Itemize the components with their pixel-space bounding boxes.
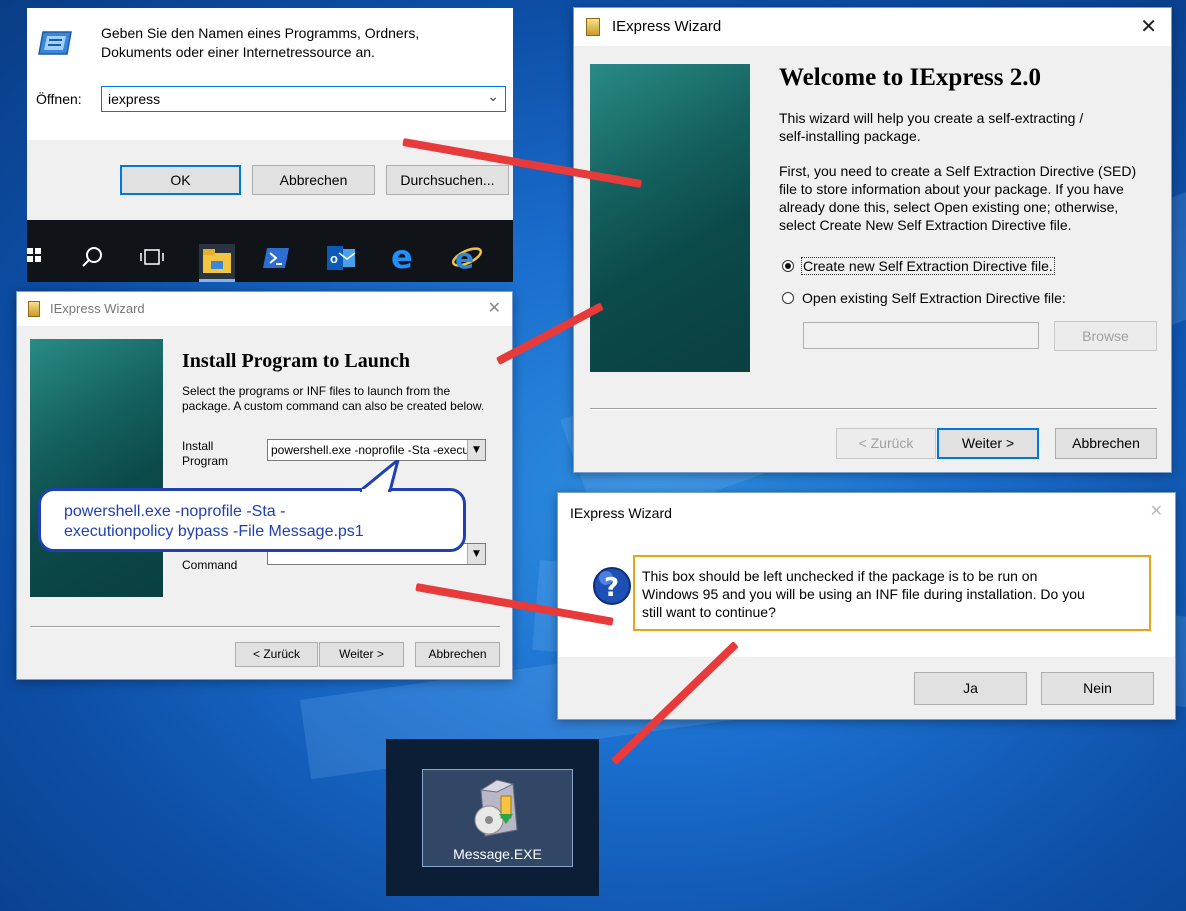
- task-view-icon[interactable]: [139, 247, 165, 267]
- install-program-value: powershell.exe -noprofile -Sta -execu: [271, 443, 470, 457]
- sed-file-input: [803, 322, 1039, 349]
- window-title: IExpress Wizard: [612, 18, 722, 35]
- window-title: IExpress Wizard: [570, 505, 672, 521]
- back-button[interactable]: < Zurück: [235, 642, 318, 667]
- create-sed-radio[interactable]: [782, 260, 794, 272]
- install-program-select[interactable]: powershell.exe -noprofile -Sta -execu ▼: [267, 439, 486, 461]
- next-button[interactable]: Weiter >: [937, 428, 1039, 459]
- svg-text:e: e: [391, 242, 413, 272]
- confirm-message: This box should be left unchecked if the…: [642, 567, 1085, 621]
- install-wizard-window: IExpress Wizard ✕ Install Program to Lau…: [16, 291, 513, 680]
- dropdown-arrow-icon[interactable]: ▼: [467, 544, 485, 564]
- command-callout: powershell.exe -noprofile -Sta - executi…: [38, 488, 466, 552]
- desc-line: package. A custom command can also be cr…: [182, 399, 485, 413]
- desktop-file-message-exe[interactable]: Message.EXE: [422, 769, 573, 867]
- desktop-panel: Message.EXE: [386, 739, 599, 896]
- welcome-wizard-window: IExpress Wizard ✕ Welcome to IExpress 2.…: [573, 7, 1172, 473]
- welcome-body: First, you need to create a Self Extract…: [779, 162, 1136, 234]
- browse-button[interactable]: Durchsuchen...: [386, 165, 509, 195]
- create-sed-label[interactable]: Create new Self Extraction Directive fil…: [801, 257, 1055, 275]
- install-wizard-titlebar: IExpress Wizard ✕: [17, 292, 512, 326]
- intro-line: This wizard will help you create a self-…: [779, 110, 1084, 126]
- svg-text:o: o: [330, 251, 338, 266]
- outlook-icon[interactable]: o: [327, 246, 357, 270]
- back-button[interactable]: < Zurück: [836, 428, 936, 459]
- command-label: Command: [182, 558, 238, 572]
- wizard-side-panel: [590, 64, 750, 372]
- label-line: Program: [182, 454, 229, 468]
- cancel-button[interactable]: Abbrechen: [252, 165, 375, 195]
- run-input[interactable]: iexpress ⌄: [101, 86, 506, 112]
- svg-text:e: e: [455, 242, 474, 274]
- desc-line: Select the programs or INF files to laun…: [182, 384, 451, 398]
- powershell-icon[interactable]: [263, 246, 289, 270]
- svg-text:?: ?: [604, 573, 619, 603]
- run-dialog: Geben Sie den Namen eines Programms, Ord…: [27, 8, 513, 220]
- file-name-label: Message.EXE: [453, 846, 542, 862]
- search-icon[interactable]: [81, 246, 103, 268]
- next-button[interactable]: Weiter >: [319, 642, 404, 667]
- iexpress-app-icon: [28, 301, 40, 317]
- confirm-dialog: IExpress Wizard ✕ ? This box should be l…: [557, 492, 1176, 720]
- yes-button[interactable]: Ja: [914, 672, 1027, 705]
- body-line: file to store information about your pac…: [779, 181, 1124, 197]
- run-description: Geben Sie den Namen eines Programms, Ord…: [101, 25, 420, 60]
- close-icon[interactable]: ✕: [1140, 14, 1157, 38]
- body-line: select Create New Self Extraction Direct…: [779, 217, 1072, 233]
- iexpress-app-icon: [586, 18, 600, 36]
- cancel-button[interactable]: Abbrechen: [1055, 428, 1157, 459]
- body-line: already done this, select Open existing …: [779, 199, 1119, 215]
- taskbar: o e e: [27, 220, 513, 282]
- cancel-button[interactable]: Abbrechen: [415, 642, 500, 667]
- open-sed-radio[interactable]: [782, 292, 794, 304]
- installer-package-icon: [467, 776, 527, 838]
- welcome-heading: Welcome to IExpress 2.0: [779, 64, 1042, 91]
- separator: [590, 408, 1157, 410]
- callout-line: powershell.exe -noprofile -Sta -: [64, 503, 286, 520]
- message-line: still want to continue?: [642, 604, 776, 620]
- no-button[interactable]: Nein: [1041, 672, 1154, 705]
- welcome-wizard-titlebar: IExpress Wizard ✕: [574, 8, 1171, 46]
- windows-start-icon[interactable]: [27, 248, 41, 262]
- run-input-value: iexpress: [108, 91, 161, 107]
- install-program-label: Install Program: [182, 439, 228, 469]
- internet-explorer-icon[interactable]: e: [451, 242, 483, 275]
- run-icon: [37, 28, 73, 58]
- intro-line: self-installing package.: [779, 128, 921, 144]
- body-line: First, you need to create a Self Extract…: [779, 163, 1137, 179]
- message-line: Windows 95 and you will be using an INF …: [642, 586, 1085, 602]
- message-line: This box should be left unchecked if the…: [642, 568, 1038, 584]
- browse-button[interactable]: Browse: [1054, 321, 1157, 351]
- window-title: IExpress Wizard: [50, 301, 145, 316]
- install-heading: Install Program to Launch: [182, 350, 410, 372]
- edge-icon[interactable]: e: [391, 238, 419, 276]
- separator: [30, 626, 500, 628]
- welcome-intro: This wizard will help you create a self-…: [779, 109, 1083, 145]
- close-icon[interactable]: ✕: [1150, 501, 1163, 520]
- ok-button[interactable]: OK: [120, 165, 241, 195]
- wizard-side-panel: [30, 339, 163, 597]
- close-icon[interactable]: ✕: [488, 298, 501, 317]
- callout-pointer: [355, 455, 404, 493]
- file-explorer-icon[interactable]: [199, 244, 235, 282]
- callout-text: powershell.exe -noprofile -Sta - executi…: [64, 502, 364, 542]
- label-line: Install: [182, 439, 214, 453]
- chevron-down-icon[interactable]: ⌄: [487, 89, 499, 105]
- install-description: Select the programs or INF files to laun…: [182, 384, 484, 414]
- open-sed-label[interactable]: Open existing Self Extraction Directive …: [802, 290, 1066, 306]
- open-label: Öffnen:: [36, 91, 82, 107]
- dropdown-arrow-icon[interactable]: ▼: [467, 440, 485, 460]
- callout-line: executionpolicy bypass -File Message.ps1: [64, 523, 364, 540]
